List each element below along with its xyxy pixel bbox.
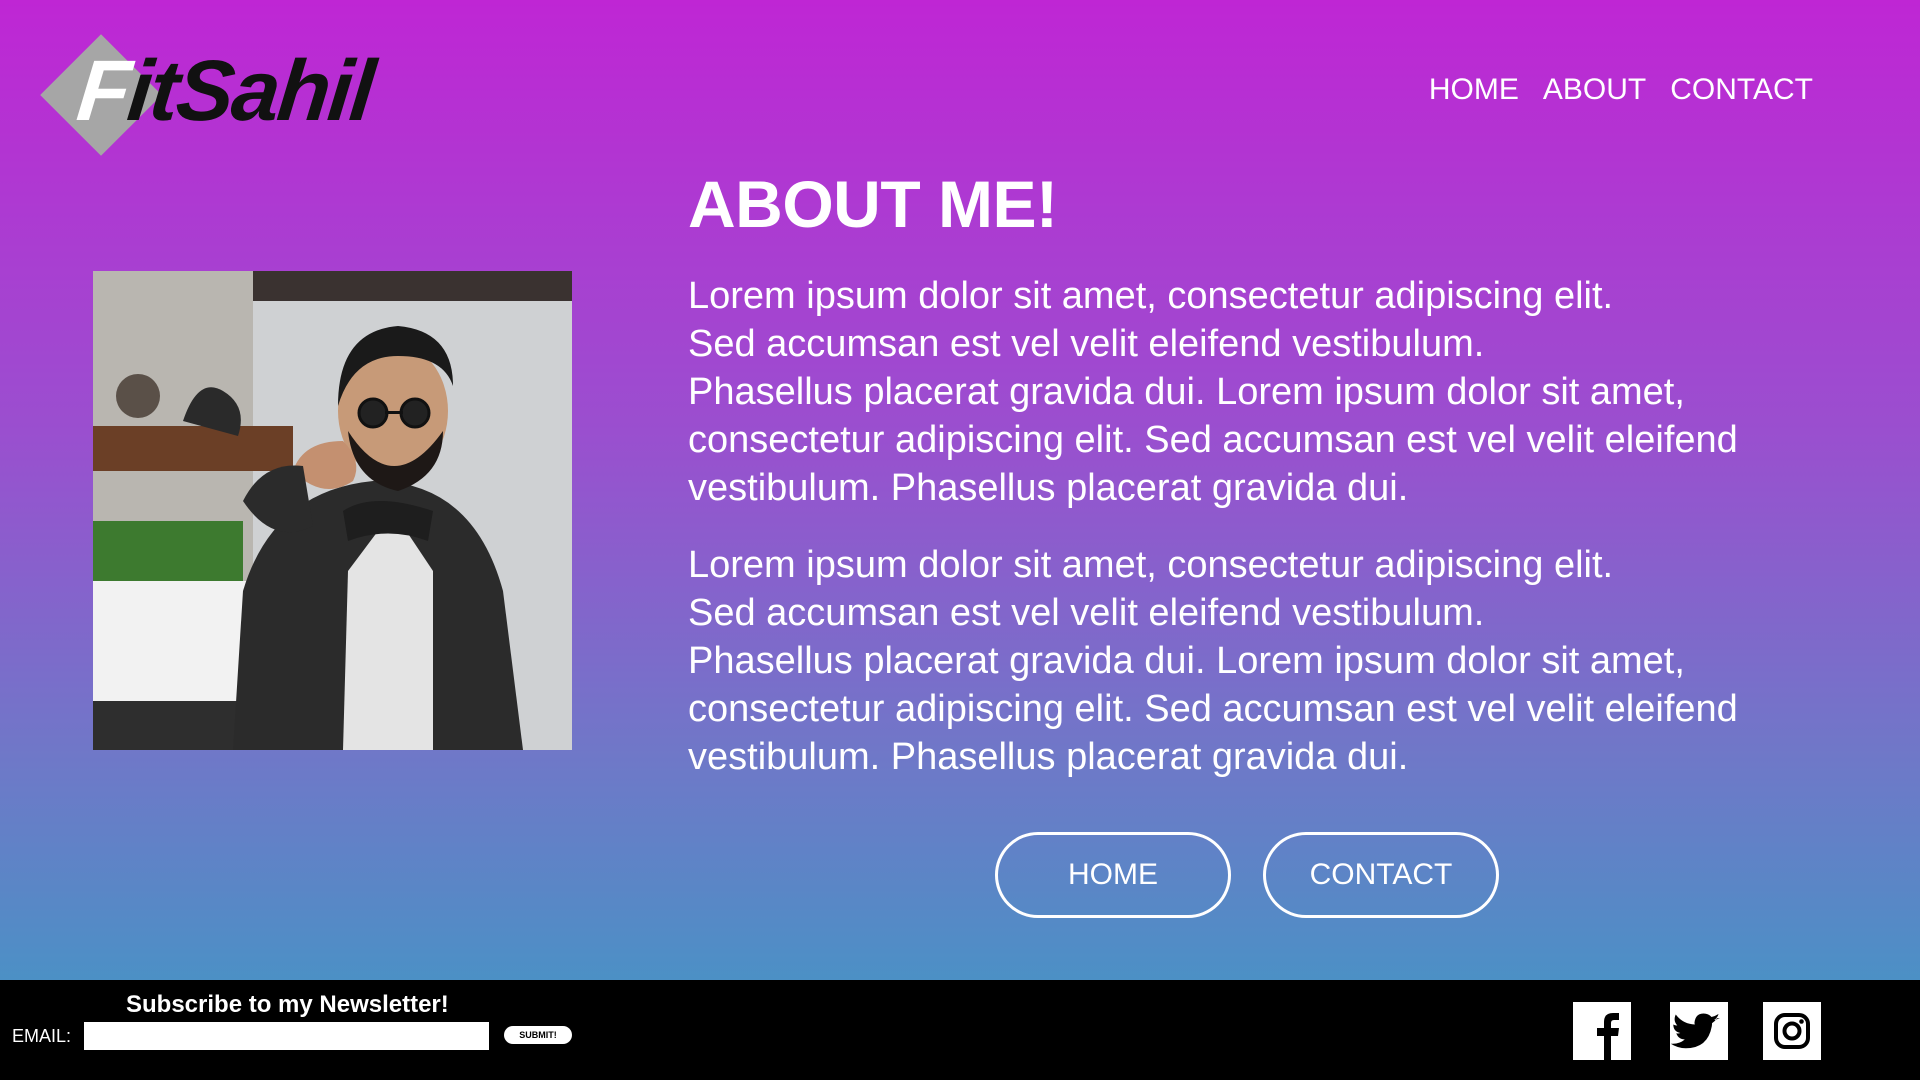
- home-button[interactable]: HOME: [995, 832, 1231, 918]
- paragraph-line: Sed accumsan est vel velit eleifend vest…: [688, 323, 1485, 365]
- submit-button[interactable]: SUBMIT!: [504, 1026, 572, 1044]
- paragraph-line: Lorem ipsum dolor sit amet, consectetur …: [688, 544, 1614, 586]
- logo-text-rest: itSahil: [123, 43, 378, 139]
- twitter-link[interactable]: [1670, 1002, 1728, 1060]
- paragraph-line: Phasellus placerat gravida dui. Lorem ip…: [688, 371, 1685, 413]
- profile-photo: [93, 271, 572, 750]
- nav-contact-link[interactable]: CONTACT: [1670, 73, 1813, 107]
- contact-button[interactable]: CONTACT: [1263, 832, 1499, 918]
- about-paragraph-2: Lorem ipsum dolor sit amet, consectetur …: [688, 541, 1848, 781]
- nav-about-link[interactable]: ABOUT: [1543, 73, 1646, 107]
- paragraph-line: Lorem ipsum dolor sit amet, consectetur …: [688, 275, 1614, 317]
- facebook-icon: [1597, 1013, 1619, 1060]
- paragraph-line: consectetur adipiscing elit. Sed accumsa…: [688, 419, 1738, 461]
- about-paragraph-1: Lorem ipsum dolor sit amet, consectetur …: [688, 272, 1848, 512]
- paragraph-line: vestibulum. Phasellus placerat gravida d…: [688, 467, 1409, 509]
- instagram-link[interactable]: [1763, 1002, 1821, 1060]
- about-title: ABOUT ME!: [688, 167, 1058, 241]
- paragraph-line: vestibulum. Phasellus placerat gravida d…: [688, 736, 1409, 778]
- paragraph-line: Phasellus placerat gravida dui. Lorem ip…: [688, 640, 1685, 682]
- paragraph-line: Sed accumsan est vel velit eleifend vest…: [688, 592, 1485, 634]
- email-label: EMAIL:: [12, 1026, 72, 1046]
- facebook-link[interactable]: [1573, 1002, 1631, 1060]
- newsletter-title: Subscribe to my Newsletter!: [126, 991, 449, 1018]
- paragraph-line: consectetur adipiscing elit. Sed accumsa…: [688, 688, 1738, 730]
- instagram-icon: [1774, 1013, 1810, 1049]
- brand-logo[interactable]: FitSahil: [40, 30, 426, 160]
- logo-text: FitSahil: [73, 43, 378, 139]
- top-nav: HOME ABOUT CONTACT: [1429, 73, 1813, 107]
- footer: Subscribe to my Newsletter! EMAIL: SUBMI…: [0, 980, 1920, 1080]
- nav-home-link[interactable]: HOME: [1429, 73, 1519, 107]
- email-input[interactable]: [84, 1022, 489, 1050]
- twitter-icon: [1670, 1013, 1720, 1049]
